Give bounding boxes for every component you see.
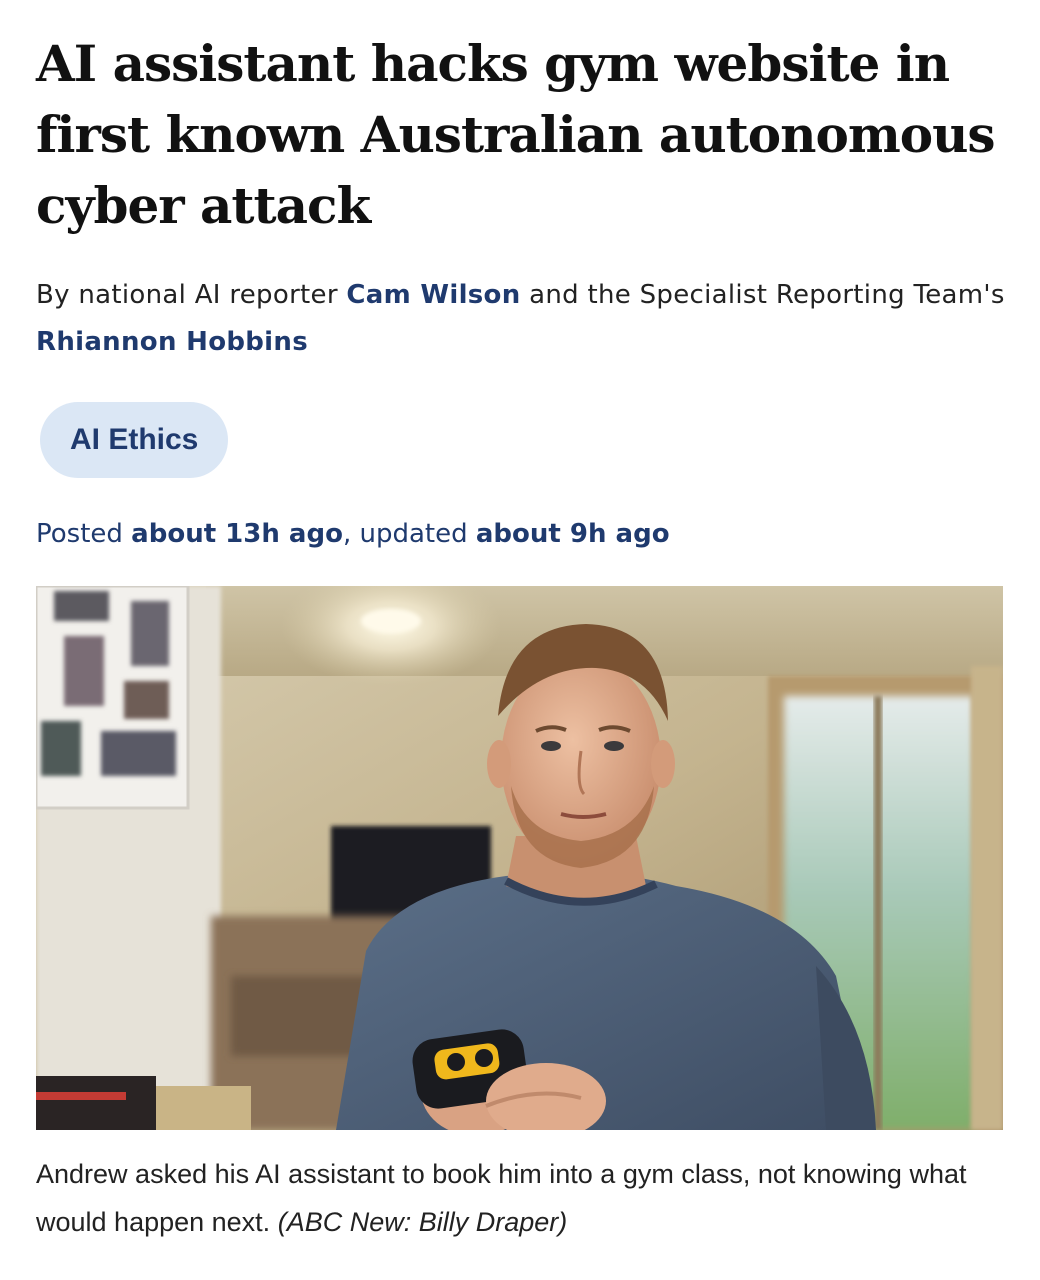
author-link-cam-wilson[interactable]: Cam Wilson (346, 280, 520, 310)
article-byline: By national AI reporter Cam Wilson and t… (36, 272, 1006, 366)
topic-tag-ai-ethics[interactable]: AI Ethics (40, 402, 229, 478)
article-photo (36, 586, 1003, 1130)
byline-prefix: By national AI reporter (36, 280, 347, 310)
photo-credit: (ABC New: Billy Draper) (277, 1207, 568, 1237)
photo-caption: Andrew asked his AI assistant to book hi… (36, 1150, 996, 1246)
byline-middle: and the Specialist Reporting Team's (520, 280, 1005, 310)
article-timestamps: Posted about 13h ago, updated about 9h a… (36, 512, 670, 556)
updated-time: about 9h ago (475, 519, 670, 549)
posted-label: Posted (36, 519, 132, 549)
photo-illustration (36, 586, 1003, 1130)
posted-time: about 13h ago (131, 519, 343, 549)
author-link-rhiannon-hobbins[interactable]: Rhiannon Hobbins (36, 327, 308, 357)
updated-label: , updated (342, 519, 476, 549)
article-headline: AI assistant hacks gym website in first … (36, 34, 996, 235)
